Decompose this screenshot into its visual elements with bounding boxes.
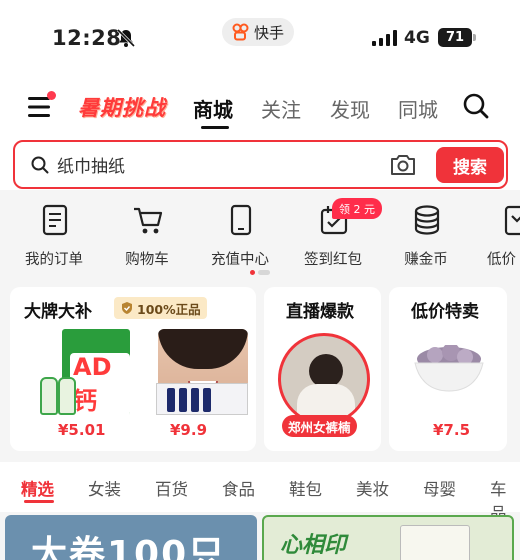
page-indicator [250, 270, 270, 275]
category-general[interactable]: 百货 [155, 476, 188, 500]
battery-icon: 71 [438, 28, 476, 47]
order-icon [42, 204, 68, 236]
quick-my-orders[interactable]: 我的订单 [14, 204, 94, 274]
camera-icon[interactable] [389, 153, 417, 177]
category-food[interactable]: 食品 [222, 476, 255, 500]
active-category-indicator [24, 500, 54, 503]
kuaishou-logo-icon [232, 23, 249, 41]
checkin-reward-badge: 领 2 元 [332, 198, 382, 219]
brand-deals-card[interactable]: 大牌大补 100%正品 AD钙 ¥5.01 ¥9.9 [10, 287, 256, 451]
live-streamer-avatar [278, 333, 370, 425]
live-card-title: 直播爆款 [286, 302, 354, 322]
quick-cart[interactable]: 购物车 [107, 204, 187, 274]
battery-level: 71 [445, 30, 465, 45]
bottle-image [40, 377, 58, 415]
tab-discover[interactable]: 发现 [330, 94, 370, 123]
price-lowprice: ¥7.5 [433, 421, 471, 439]
page-dot [258, 270, 270, 275]
search-input[interactable] [57, 154, 357, 174]
banner-left-text: 大卷100只 [31, 534, 227, 560]
quick-topup[interactable]: 充值中心 [200, 204, 280, 274]
low-price-card[interactable]: 低价特卖 ¥7.5 [389, 287, 507, 451]
app-name: 快手 [253, 23, 284, 42]
category-baby[interactable]: 母婴 [423, 476, 456, 500]
ad-logo: AD钙 [70, 353, 130, 416]
price-ad-calcium: ¥5.01 [58, 421, 106, 439]
tissue-pack-image [400, 525, 470, 560]
summer-challenge-promo[interactable]: 暑期挑战 [78, 92, 166, 122]
product-banner-right[interactable]: 心相印 [262, 515, 514, 560]
snack-bowl-image [414, 345, 484, 392]
quick-label: 低价 [487, 252, 516, 268]
category-beauty[interactable]: 美妆 [356, 476, 389, 500]
quick-label: 赚金币 [404, 252, 448, 268]
category-tabs: 精选 女装 百货 食品 鞋包 美妆 母婴 车品 [0, 462, 520, 523]
app-indicator[interactable]: 快手 [222, 18, 294, 46]
tab-local[interactable]: 同城 [398, 94, 438, 123]
product-banner-left[interactable]: 大卷100只 [5, 515, 257, 560]
category-shoes-bags[interactable]: 鞋包 [289, 476, 322, 500]
quick-label: 签到红包 [304, 252, 362, 268]
phone-icon [230, 204, 252, 236]
genuine-badge: 100%正品 [114, 297, 207, 319]
streamer-name-tag: 郑州女裤楠 [282, 415, 357, 437]
network-type: 4G [404, 28, 430, 48]
cart-icon [134, 207, 163, 234]
shield-check-icon [122, 302, 132, 314]
bottle-image [58, 377, 76, 415]
search-glass-icon [31, 156, 49, 174]
quick-earn-coins[interactable]: 赚金币 [386, 204, 466, 274]
lowprice-card-title: 低价特卖 [411, 302, 479, 322]
notification-dot [47, 91, 56, 100]
signal-icon [372, 30, 397, 46]
banner-right-brand: 心相印 [280, 533, 347, 558]
tab-mall[interactable]: 商城 [193, 94, 233, 123]
genuine-text: 100%正品 [137, 301, 201, 317]
search-icon[interactable] [463, 93, 489, 119]
page-dot-active [250, 270, 255, 275]
coins-icon [414, 205, 440, 235]
quick-low-price[interactable]: 低价 [479, 204, 520, 274]
category-women[interactable]: 女装 [88, 476, 121, 500]
header-area: 12:28 快手 4G 71 暑期挑战 商城 关注 发现 同城 纸巾抽纸 搜索 [0, 0, 520, 190]
search-bar: 搜索 [13, 140, 508, 189]
brand-card-title: 大牌大补 [24, 302, 92, 322]
live-deals-card[interactable]: 直播爆款 郑州女裤楠 [264, 287, 381, 451]
status-time: 12:28 [52, 26, 122, 50]
quick-label: 购物车 [125, 252, 169, 268]
bell-muted-icon [116, 28, 136, 48]
lowprice-icon [504, 205, 520, 236]
quick-label: 我的订单 [25, 252, 83, 268]
category-featured[interactable]: 精选 [21, 476, 54, 500]
quick-label: 充值中心 [211, 252, 269, 268]
serum-product-image [156, 383, 248, 415]
tab-follow[interactable]: 关注 [261, 94, 301, 123]
search-button[interactable]: 搜索 [436, 147, 504, 183]
price-skincare: ¥9.9 [170, 421, 208, 439]
active-tab-indicator [201, 126, 229, 129]
